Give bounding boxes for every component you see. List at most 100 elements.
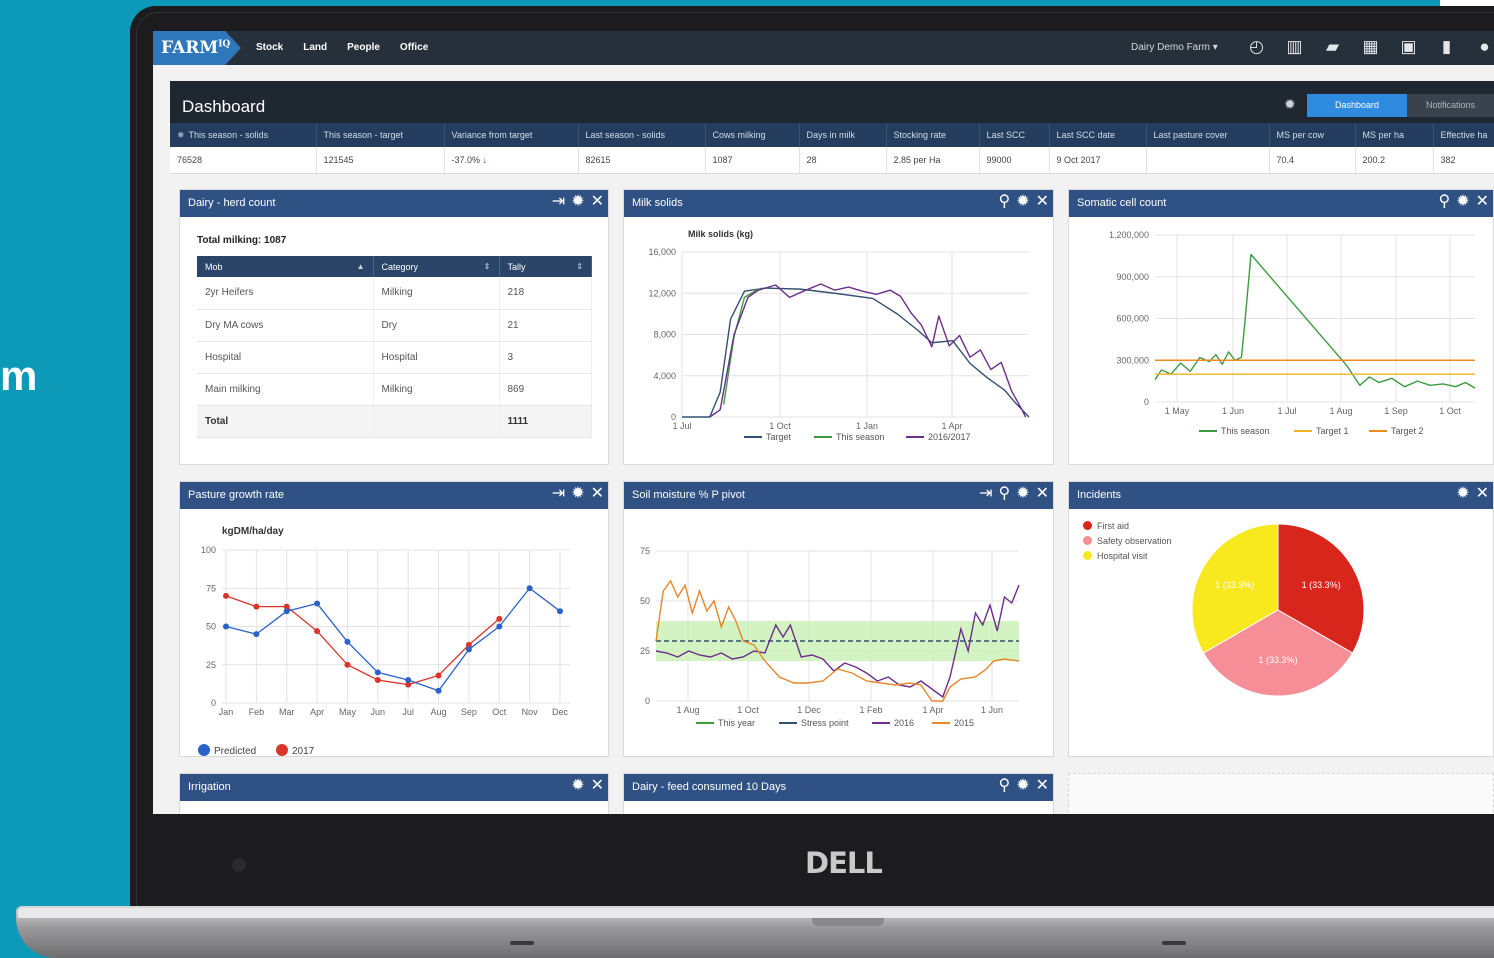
panel-title: Irrigation — [188, 781, 231, 793]
close-icon[interactable]: ✕ — [591, 192, 604, 212]
nav-link-people[interactable]: People — [347, 42, 380, 53]
table-row[interactable]: Dry MA cows Dry 21 — [197, 309, 592, 342]
x-tick-label: 1 Apr — [922, 705, 943, 715]
x-tick-label: 1 Aug — [676, 705, 699, 715]
search-icon[interactable]: ⚲ — [998, 776, 1010, 796]
y-tick-label: 900,000 — [1116, 272, 1149, 282]
y-tick-label: 100 — [201, 545, 216, 555]
slice-label: 1 (33.3%) — [1215, 580, 1254, 590]
sort-icon: ▲ — [356, 261, 365, 271]
close-icon[interactable]: ✕ — [591, 484, 604, 504]
export-icon[interactable]: ⇥ — [552, 192, 565, 212]
search-icon[interactable]: ⚲ — [1438, 192, 1450, 212]
arrow-down-icon: ↓ — [482, 154, 488, 165]
folder-icon[interactable]: ▰ — [1322, 37, 1343, 57]
irrigation-panel: Irrigation ✹ ✕ — [179, 773, 609, 814]
nav-link-office[interactable]: Office — [400, 42, 428, 53]
gear-icon[interactable]: ✹ — [1456, 192, 1469, 212]
kpi-header: Last SCC — [979, 123, 1050, 147]
export-icon[interactable]: ⇥ — [552, 484, 565, 504]
kpi-header: MS per cow — [1269, 123, 1356, 147]
x-tick-label: Jan — [219, 707, 234, 717]
map-icon[interactable]: ▮ — [1436, 37, 1457, 57]
gear-icon[interactable]: ✹ — [571, 776, 584, 796]
table-row[interactable]: Hospital Hospital 3 — [197, 341, 592, 374]
legend-label: Predicted — [214, 746, 256, 756]
data-point — [557, 608, 563, 615]
gear-icon[interactable]: ✹ — [1016, 484, 1029, 504]
data-point — [496, 623, 503, 630]
kpi-header: This season - target — [316, 123, 445, 147]
column-header[interactable]: Mob ▲ — [197, 256, 374, 277]
calendar-icon[interactable]: ▦ — [1360, 37, 1381, 57]
search-icon[interactable]: ⚲ — [998, 192, 1010, 212]
laptop-foot — [510, 941, 534, 945]
gear-icon[interactable]: ✹ — [571, 192, 584, 212]
kpi-header: ✹ This season - solids — [170, 123, 317, 147]
export-icon[interactable]: ⇥ — [979, 484, 992, 504]
x-tick-label: Mar — [279, 707, 295, 717]
kpi-header: Last season - solids — [578, 123, 706, 147]
speedometer-icon[interactable]: ◴ — [1246, 37, 1267, 57]
table-row[interactable]: Main milking Milking 869 — [197, 373, 592, 406]
help-icon[interactable]: ● — [1474, 37, 1494, 57]
legend-item[interactable]: Hospital visit — [1083, 549, 1172, 564]
data-point — [526, 585, 533, 592]
kpi-value: 76528 — [170, 147, 317, 174]
kpi-value: 382 — [1433, 147, 1494, 174]
gear-icon[interactable]: ✹ — [1016, 192, 1029, 212]
gear-icon[interactable]: ✹ — [1284, 96, 1296, 113]
kpi-value — [1146, 147, 1270, 174]
page-title: Dashboard — [182, 97, 266, 116]
gear-icon[interactable]: ✹ — [177, 130, 185, 140]
kpi-value: 82615 — [578, 147, 706, 174]
gear-icon[interactable]: ✹ — [1456, 484, 1469, 504]
x-tick-label: Sep — [461, 707, 477, 717]
close-icon[interactable]: ✕ — [1036, 192, 1049, 212]
close-icon[interactable]: ✕ — [1036, 484, 1049, 504]
search-icon[interactable]: ⚲ — [998, 484, 1010, 504]
panel-title: Dairy - feed consumed 10 Days — [632, 781, 787, 793]
nav-link-land[interactable]: Land — [303, 42, 327, 53]
panel-header: Incidents ✹ ✕ — [1069, 482, 1493, 509]
legend-item[interactable]: First aid — [1083, 519, 1172, 534]
x-tick-label: Apr — [310, 707, 324, 717]
column-header[interactable]: Category ⇕ — [373, 256, 500, 277]
legend-label: 2017 — [292, 746, 315, 756]
legend-label: Target 1 — [1316, 426, 1349, 436]
data-point — [253, 631, 260, 638]
panel-title: Somatic cell count — [1077, 197, 1167, 209]
tab-notifications[interactable]: Notifications — [1407, 94, 1494, 117]
legend-item[interactable]: Safety observation — [1083, 534, 1172, 549]
x-tick-label: 1 Sep — [1384, 406, 1408, 416]
herd-count-panel: Dairy - herd count ⇥ ✹ ✕ Total milking: 10… — [179, 189, 609, 465]
close-icon[interactable]: ✕ — [1036, 776, 1049, 796]
x-tick-label: 1 May — [1165, 406, 1190, 416]
close-icon[interactable]: ✕ — [591, 776, 604, 796]
kpi-header: Last SCC date — [1049, 123, 1147, 147]
gear-icon[interactable]: ✹ — [1016, 776, 1029, 796]
grid-icon[interactable]: ▣ — [1398, 37, 1419, 57]
column-header[interactable]: Tally ⇕ — [499, 256, 592, 277]
kpi-value: -37.0% ↓ — [444, 147, 579, 174]
farm-selector[interactable]: Dairy Demo Farm ▾ — [1131, 42, 1218, 53]
close-icon[interactable]: ✕ — [1476, 192, 1489, 212]
panel-header: Somatic cell count ⚲ ✹ ✕ — [1069, 190, 1493, 217]
total-row: Total 1111 — [197, 405, 592, 438]
webcam — [232, 858, 246, 872]
chart-icon[interactable]: ▥ — [1284, 37, 1305, 57]
tab-dashboard[interactable]: Dashboard — [1307, 94, 1407, 117]
farmiq-logo[interactable]: FARMIQ — [153, 31, 241, 65]
total-milking: Total milking: 1087 — [197, 235, 287, 246]
gear-icon[interactable]: ✹ — [571, 484, 584, 504]
x-tick-label: 1 Jan — [856, 421, 878, 431]
sort-icon: ⇕ — [483, 261, 491, 271]
series-line — [1154, 253, 1476, 389]
table-row[interactable]: 2yr Heifers Milking 218 — [197, 277, 592, 310]
y-tick-label: 25 — [640, 646, 650, 656]
nav-link-stock[interactable]: Stock — [256, 42, 283, 53]
close-icon[interactable]: ✕ — [1476, 484, 1489, 504]
panel-header: Dairy - feed consumed 10 Days ⚲ ✹ ✕ — [624, 774, 1053, 801]
kpi-value: 121545 — [316, 147, 445, 174]
dashboard-header: Dashboard ✹ Dashboard Notifications — [170, 81, 1494, 123]
